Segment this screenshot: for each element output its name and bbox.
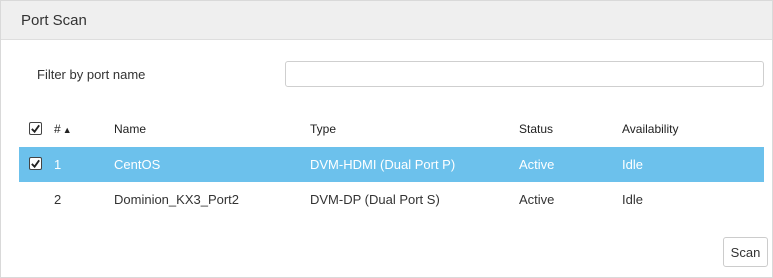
sort-ascending-icon: ▲ — [62, 125, 72, 135]
ports-table: # ▲ Name Type Status Availability 1 CentO… — [19, 111, 764, 217]
panel-header: Port Scan — [1, 1, 772, 40]
port-scan-panel: Port Scan Filter by port name # ▲ Name Ty… — [0, 0, 773, 278]
select-all-checkbox[interactable] — [29, 121, 42, 135]
panel-title: Port Scan — [21, 11, 87, 29]
row-status: Active — [519, 192, 555, 207]
filter-input[interactable] — [285, 61, 764, 87]
row-type: DVM-DP (Dual Port S) — [310, 192, 440, 207]
scan-button[interactable]: Scan — [723, 237, 768, 267]
row-num: 1 — [54, 157, 62, 172]
table-row[interactable]: 2 Dominion_KX3_Port2 DVM-DP (Dual Port S… — [19, 182, 764, 217]
checkmark-icon — [31, 124, 40, 133]
column-header-num[interactable]: # ▲ — [54, 122, 114, 136]
column-header-type[interactable]: Type — [310, 122, 519, 136]
row-select-cell — [19, 157, 54, 172]
table-header-row: # ▲ Name Type Status Availability — [19, 111, 764, 147]
row-availability: Idle — [622, 192, 643, 207]
row-status: Active — [519, 157, 555, 172]
filter-label: Filter by port name — [37, 66, 146, 82]
row-num: 2 — [54, 192, 62, 207]
row-name: CentOS — [114, 157, 161, 172]
column-header-name[interactable]: Name — [114, 122, 310, 136]
row-availability: Idle — [622, 157, 643, 172]
column-header-num-label: # — [54, 122, 61, 136]
filter-row: Filter by port name — [37, 59, 764, 89]
row-checkbox[interactable] — [29, 157, 42, 170]
column-header-status[interactable]: Status — [519, 122, 622, 136]
row-name: Dominion_KX3_Port2 — [114, 192, 240, 207]
column-header-availability[interactable]: Availability — [622, 122, 742, 136]
checkmark-icon — [31, 159, 40, 169]
row-type: DVM-HDMI (Dual Port P) — [310, 157, 456, 172]
select-all-cell — [19, 121, 54, 137]
table-row[interactable]: 1 CentOS DVM-HDMI (Dual Port P) Active I… — [19, 147, 764, 182]
